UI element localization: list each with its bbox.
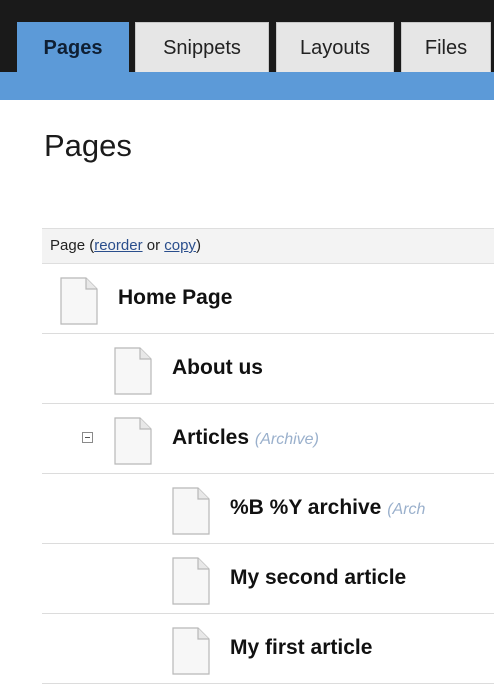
page-name[interactable]: Articles (Archive) xyxy=(172,426,319,450)
archive-tag: (Archive) xyxy=(254,431,319,448)
header-or: or xyxy=(142,237,165,254)
page-name[interactable]: %B %Y archive (Arch xyxy=(230,496,425,520)
page-icon xyxy=(114,417,152,465)
page-icon xyxy=(172,557,210,605)
reorder-link[interactable]: reorder xyxy=(94,237,142,254)
page-row[interactable]: Articles (Archive) xyxy=(42,404,494,474)
page-row[interactable]: %B %Y archive (Arch xyxy=(42,474,494,544)
page-name-text[interactable]: Articles xyxy=(172,426,249,449)
copy-link[interactable]: copy xyxy=(164,237,196,254)
tab-layouts[interactable]: Layouts xyxy=(276,22,394,72)
page-row[interactable]: Home Page xyxy=(42,264,494,334)
page-name[interactable]: My first article xyxy=(230,636,372,660)
collapse-icon[interactable] xyxy=(82,432,93,443)
page-row[interactable]: My second article xyxy=(42,544,494,614)
page-row[interactable]: About us xyxy=(42,334,494,404)
page-icon xyxy=(172,487,210,535)
archive-tag: (Arch xyxy=(387,501,426,518)
page-row[interactable]: My first article xyxy=(42,614,494,684)
tab-files[interactable]: Files xyxy=(401,22,491,72)
tab-pages[interactable]: Pages xyxy=(17,22,129,100)
page-icon xyxy=(114,347,152,395)
page-name[interactable]: About us xyxy=(172,356,263,380)
page-name[interactable]: My second article xyxy=(230,566,406,590)
page-icon xyxy=(172,627,210,675)
tab-snippets[interactable]: Snippets xyxy=(135,22,269,72)
header-prefix: Page ( xyxy=(50,237,95,254)
header-suffix: ) xyxy=(195,237,201,254)
page-title: Pages xyxy=(44,128,132,163)
page-name-text[interactable]: %B %Y archive xyxy=(230,496,381,519)
table-header: Page (reorder or copy) xyxy=(42,228,494,264)
page-name[interactable]: Home Page xyxy=(118,286,232,310)
page-icon xyxy=(60,277,98,325)
